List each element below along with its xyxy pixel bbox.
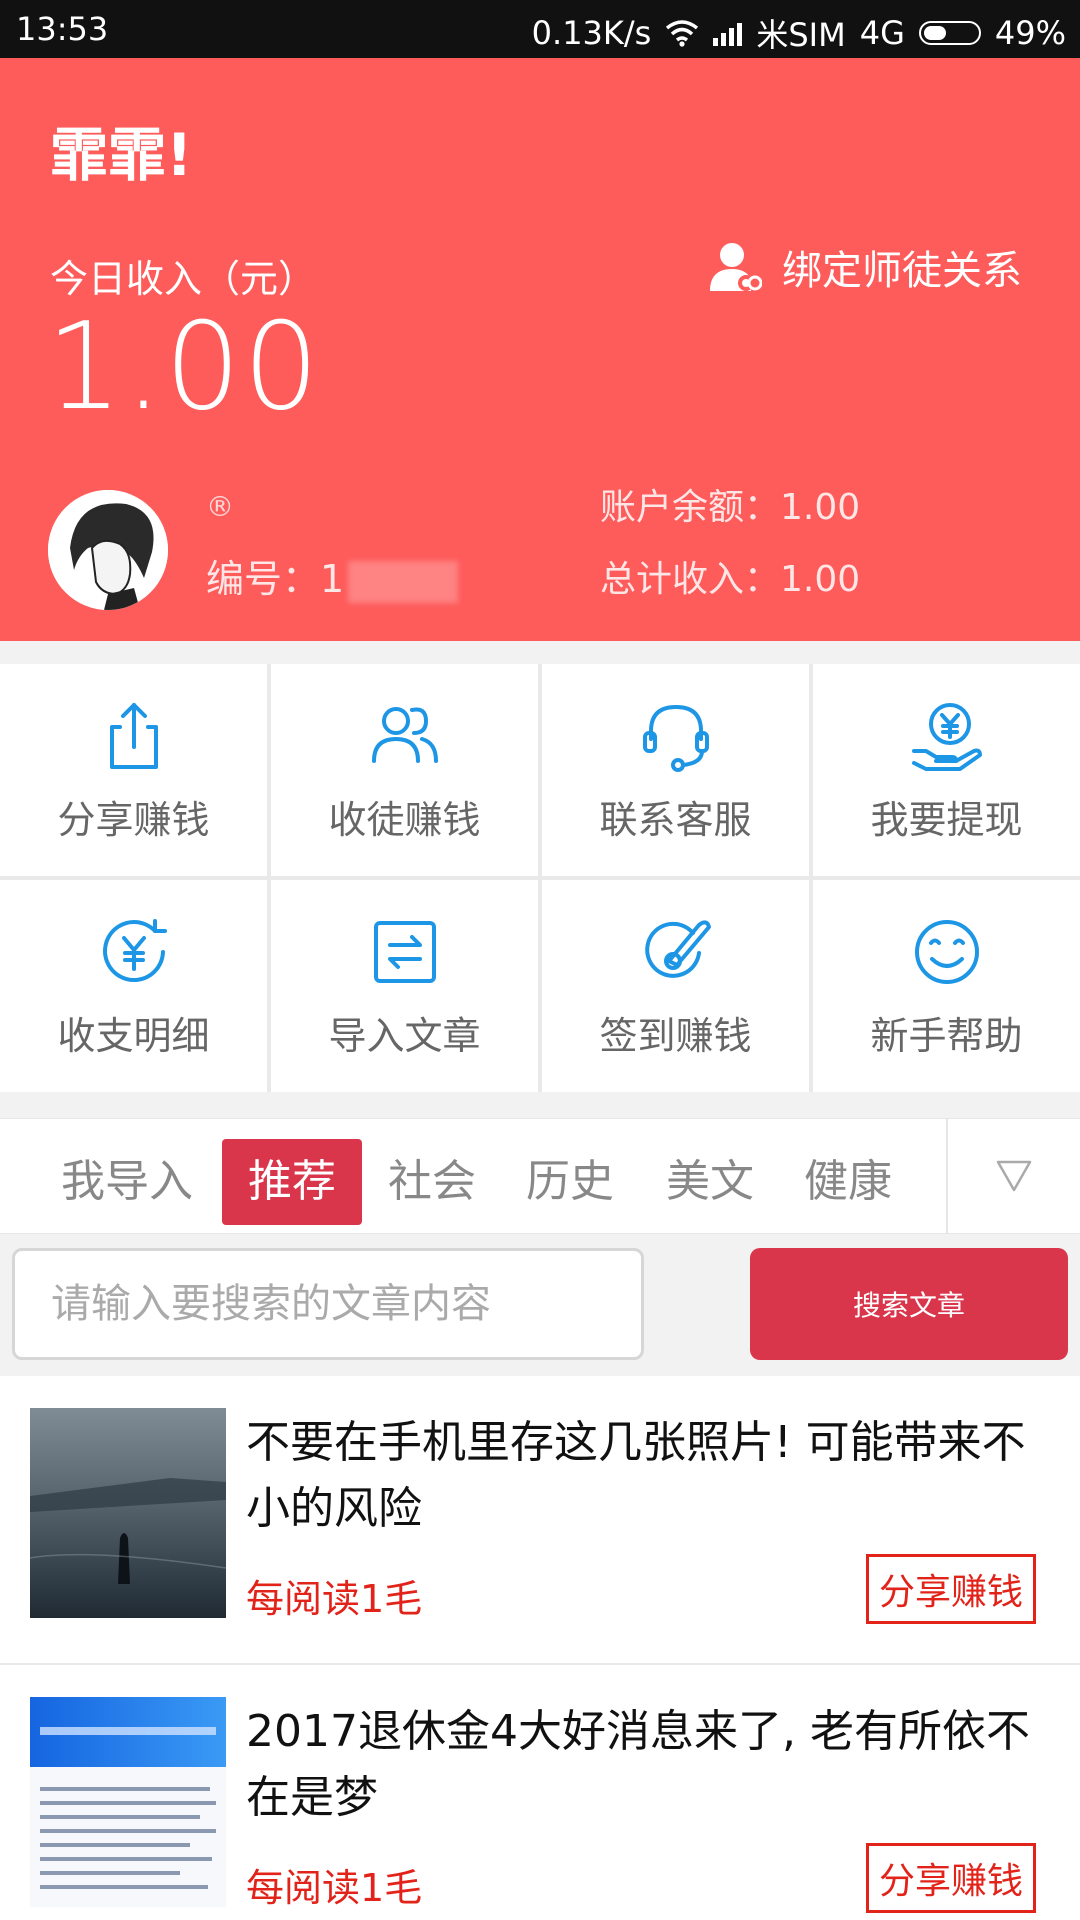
category-tabs: 我导入 推荐 社会 历史 美文 健康 bbox=[0, 1118, 1080, 1234]
users-icon bbox=[371, 706, 438, 763]
grid-item-label: 新手帮助 bbox=[870, 1013, 1023, 1058]
tab-health[interactable]: 健康 bbox=[796, 1139, 900, 1225]
grid-item-label: 签到赚钱 bbox=[599, 1013, 752, 1058]
function-grid: 分享赚钱 收徒赚钱 联系客服 我要提现 收支明细 导入文章 签到赚钱 新手帮助 bbox=[0, 664, 1080, 1092]
article-title: 2017退休金4大好消息来了, 老有所依不在是梦 bbox=[246, 1706, 1030, 1823]
tab-history[interactable]: 历史 bbox=[518, 1139, 622, 1225]
checkin-icon bbox=[644, 919, 711, 978]
carrier-name: 米SIM bbox=[756, 16, 846, 54]
grid-item-recruit[interactable]: 收徒赚钱 bbox=[271, 664, 538, 876]
smile-icon bbox=[914, 919, 979, 984]
article-share-button[interactable]: 分享赚钱 bbox=[865, 1843, 1036, 1913]
avatar[interactable] bbox=[48, 490, 168, 610]
article-item[interactable]: 2017退休金4大好消息来了, 老有所依不在是梦 每阅读1毛 分享赚钱 bbox=[0, 1665, 1080, 1920]
article-reward: 每阅读1毛 bbox=[246, 1577, 423, 1621]
grid-item-label: 收徒赚钱 bbox=[328, 797, 481, 842]
grid-item-statement[interactable]: 收支明细 bbox=[0, 880, 267, 1092]
status-right: 0.13K/s 米SIM 4G 49% bbox=[532, 10, 1066, 56]
share-icon bbox=[109, 702, 158, 769]
grid-item-share[interactable]: 分享赚钱 bbox=[0, 664, 267, 876]
today-income-value: 1.00 bbox=[46, 298, 322, 437]
signal-icon bbox=[713, 20, 743, 46]
user-id-label: 编号： bbox=[206, 557, 321, 601]
grid-item-checkin[interactable]: 签到赚钱 bbox=[542, 880, 809, 1092]
tab-essay[interactable]: 美文 bbox=[658, 1139, 762, 1225]
status-bar: 13:53 0.13K/s 米SIM 4G 49% bbox=[0, 0, 1080, 58]
today-income-label: 今日收入（元） bbox=[50, 257, 317, 301]
grid-item-label: 联系客服 bbox=[599, 797, 752, 842]
dropdown-triangle-icon bbox=[996, 1160, 1032, 1192]
bind-mentor-label: 绑定师徒关系 bbox=[782, 248, 1022, 294]
grid-item-label: 收支明细 bbox=[57, 1013, 210, 1058]
network-type: 4G bbox=[859, 14, 905, 52]
grid-item-import[interactable]: 导入文章 bbox=[271, 880, 538, 1092]
grid-item-label: 导入文章 bbox=[328, 1013, 481, 1058]
tab-my-import[interactable]: 我导入 bbox=[52, 1139, 202, 1225]
wifi-icon bbox=[666, 20, 699, 47]
user-id-redaction bbox=[348, 560, 459, 603]
search-bar: 搜索文章 bbox=[0, 1234, 1080, 1376]
greeting-title: 霏霏! bbox=[50, 121, 193, 189]
search-input[interactable] bbox=[12, 1248, 644, 1360]
status-time: 13:53 bbox=[16, 10, 109, 48]
registered-mark: ® bbox=[206, 490, 234, 523]
avatar-image bbox=[48, 490, 168, 610]
profile-header: 霏霏! 今日收入（元） 1.00 绑定师徒关系 ® 编号：1 账户余额：1.00… bbox=[0, 58, 1080, 641]
tab-recommend[interactable]: 推荐 bbox=[222, 1139, 362, 1225]
total-income: 总计收入：1.00 bbox=[600, 559, 861, 600]
article-thumbnail-image bbox=[30, 1697, 226, 1907]
search-button[interactable]: 搜索文章 bbox=[750, 1248, 1068, 1360]
user-id: 编号：1 bbox=[206, 548, 459, 603]
user-link-icon bbox=[710, 243, 762, 291]
import-icon bbox=[373, 920, 436, 983]
user-id-value: 1 bbox=[320, 557, 345, 601]
article-reward: 每阅读1毛 bbox=[246, 1866, 423, 1910]
tab-society[interactable]: 社会 bbox=[380, 1139, 484, 1225]
article-thumbnail-image bbox=[30, 1408, 226, 1618]
article-thumbnail bbox=[30, 1697, 226, 1907]
network-speed: 0.13K/s bbox=[531, 14, 652, 52]
withdraw-icon bbox=[911, 702, 982, 771]
more-tabs-button[interactable] bbox=[946, 1119, 1080, 1233]
article-item[interactable]: 不要在手机里存这几张照片! 可能带来不小的风险 每阅读1毛 分享赚钱 bbox=[0, 1376, 1080, 1665]
grid-item-label: 我要提现 bbox=[870, 797, 1023, 842]
battery-percent: 49% bbox=[994, 14, 1066, 52]
grid-item-help[interactable]: 新手帮助 bbox=[813, 880, 1080, 1092]
headset-icon bbox=[642, 704, 709, 772]
grid-item-support[interactable]: 联系客服 bbox=[542, 664, 809, 876]
article-thumbnail bbox=[30, 1408, 226, 1618]
article-list: 不要在手机里存这几张照片! 可能带来不小的风险 每阅读1毛 分享赚钱 2017退… bbox=[0, 1376, 1080, 1920]
battery-icon bbox=[918, 21, 981, 45]
bind-mentor-button[interactable]: 绑定师徒关系 bbox=[706, 238, 1022, 296]
article-title: 不要在手机里存这几张照片! 可能带来不小的风险 bbox=[246, 1417, 1026, 1534]
yuan-icon bbox=[102, 918, 167, 982]
account-balance: 账户余额：1.00 bbox=[600, 487, 861, 528]
grid-item-withdraw[interactable]: 我要提现 bbox=[813, 664, 1080, 876]
article-share-button[interactable]: 分享赚钱 bbox=[865, 1554, 1036, 1624]
grid-item-label: 分享赚钱 bbox=[57, 797, 210, 842]
